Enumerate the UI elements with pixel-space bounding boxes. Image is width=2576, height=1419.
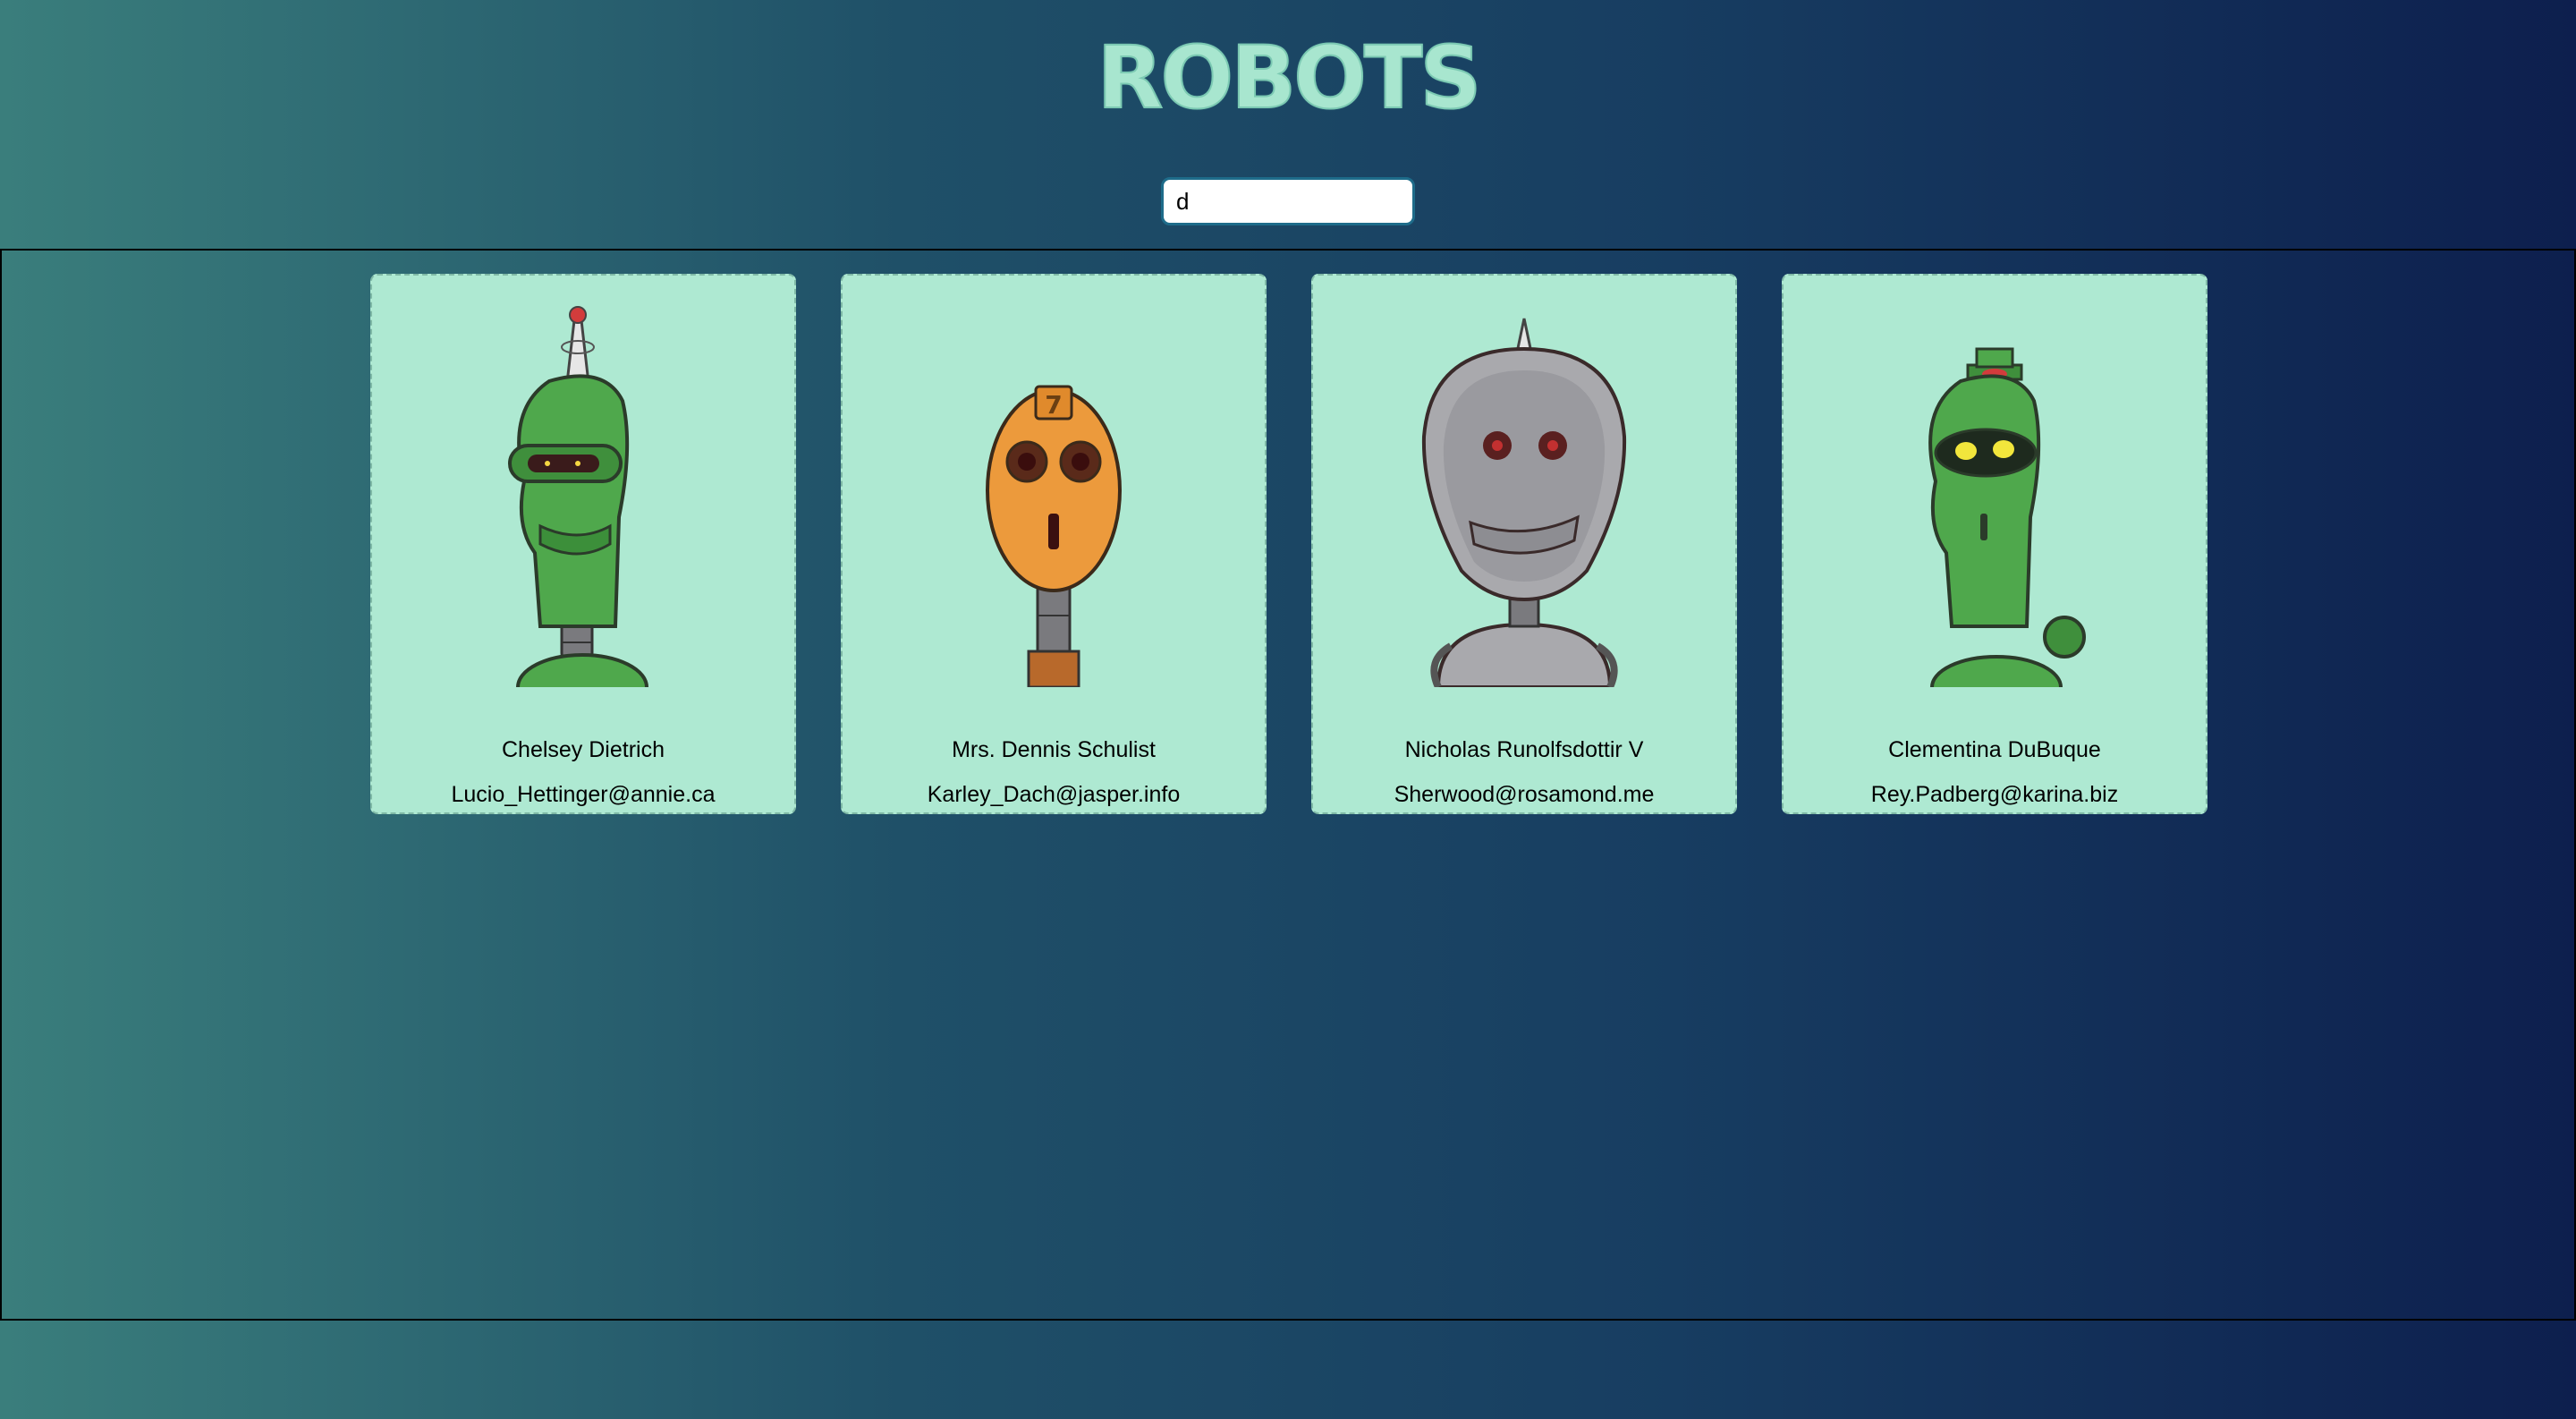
robot-card[interactable]: Nicholas Runolfsdottir V Sherwood@rosamo… xyxy=(1311,274,1737,814)
robot-name: Chelsey Dietrich xyxy=(501,737,665,762)
robot-email: Sherwood@rosamond.me xyxy=(1394,782,1655,807)
green-antenna-robot-icon xyxy=(508,306,648,687)
robot-card[interactable]: Chelsey Dietrich Lucio_Hettinger@annie.c… xyxy=(370,274,796,814)
svg-text:7: 7 xyxy=(1045,390,1062,420)
robot-card[interactable]: Clementina DuBuque Rey.Padberg@karina.bi… xyxy=(1782,274,2207,814)
page-title: ROBOTS xyxy=(1097,28,1483,128)
robot-name: Nicholas Runolfsdottir V xyxy=(1404,737,1644,762)
robot-name: Clementina DuBuque xyxy=(1888,737,2101,762)
robot-name: Mrs. Dennis Schulist xyxy=(952,737,1156,762)
grey-robot-icon xyxy=(1421,318,1627,687)
robot-list-scroll[interactable]: Chelsey Dietrich Lucio_Hettinger@annie.c… xyxy=(0,249,2576,1321)
green-hat-robot-icon xyxy=(1928,347,2086,687)
search-input[interactable] xyxy=(1161,177,1415,225)
robot-email: Lucio_Hettinger@annie.ca xyxy=(451,782,716,807)
robot-card[interactable]: 7 Mrs. Dennis Schulist Karley_Dach@jaspe… xyxy=(841,274,1267,814)
orange-robot-icon: 7 xyxy=(986,385,1122,687)
robot-email: Karley_Dach@jasper.info xyxy=(927,782,1181,807)
robot-email: Rey.Padberg@karina.biz xyxy=(1870,782,2119,807)
